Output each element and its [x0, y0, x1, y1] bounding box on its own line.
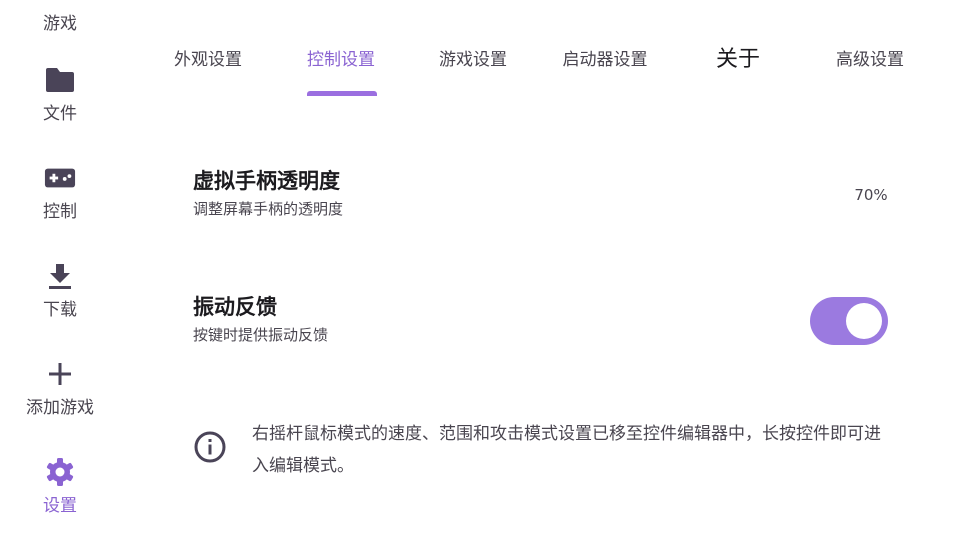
settings-gear-icon: [44, 456, 76, 488]
tab-label: 外观设置: [174, 50, 242, 70]
setting-title: 振动反馈: [193, 295, 277, 319]
tab-label: 游戏设置: [439, 50, 507, 70]
tab-label: 关于: [715, 47, 760, 72]
sidebar: 游戏 文件 控制 下载 添加游戏 设置: [0, 0, 120, 540]
sidebar-item-label: 设置: [43, 496, 77, 516]
setting-subtitle: 按键时提供振动反馈: [193, 326, 329, 344]
sidebar-item-label: 控制: [43, 202, 77, 222]
tab-advanced[interactable]: 高级设置: [820, 40, 920, 98]
tab-appearance[interactable]: 外观设置: [158, 40, 258, 98]
tab-game[interactable]: 游戏设置: [423, 40, 523, 98]
opacity-value: 70%: [854, 186, 888, 204]
settings-tabs: 外观设置 控制设置 游戏设置 启动器设置 关于 高级设置: [150, 40, 940, 98]
tab-label: 控制设置: [307, 50, 375, 70]
sidebar-item-label: 游戏: [43, 14, 77, 34]
sidebar-item-label: 下载: [43, 300, 77, 320]
tab-controls[interactable]: 控制设置: [291, 40, 391, 98]
plus-icon: [44, 358, 76, 390]
sidebar-item-controls[interactable]: 控制: [0, 162, 120, 224]
folder-icon: [44, 64, 76, 96]
tab-label: 高级设置: [836, 50, 904, 70]
tab-label: 启动器设置: [562, 50, 648, 70]
active-tab-indicator: [307, 91, 377, 96]
vibration-toggle[interactable]: [810, 297, 888, 345]
setting-gamepad-opacity[interactable]: 虚拟手柄透明度 调整屏幕手柄的透明度: [193, 166, 893, 221]
sidebar-item-label: 文件: [43, 104, 77, 124]
sidebar-item-games[interactable]: 游戏: [0, 6, 120, 36]
info-note: 右摇杆鼠标模式的速度、范围和攻击模式设置已移至控件编辑器中，长按控件即可进入编辑…: [252, 424, 881, 476]
info-icon: [193, 430, 227, 464]
app-root: 游戏 文件 控制 下载 添加游戏 设置 外观设置 控制设置 游戏设置 启动器设置…: [0, 0, 960, 540]
sidebar-item-settings[interactable]: 设置: [0, 456, 120, 518]
setting-subtitle: 调整屏幕手柄的透明度: [193, 200, 344, 218]
sidebar-item-add-game[interactable]: 添加游戏: [0, 358, 120, 420]
download-icon: [44, 260, 76, 292]
sidebar-item-files[interactable]: 文件: [0, 64, 120, 126]
sidebar-item-label: 添加游戏: [26, 398, 94, 418]
tab-launcher[interactable]: 启动器设置: [545, 40, 665, 98]
setting-title: 虚拟手柄透明度: [193, 169, 340, 193]
toggle-knob: [846, 303, 882, 339]
sidebar-item-downloads[interactable]: 下载: [0, 260, 120, 322]
setting-vibration: 振动反馈 按键时提供振动反馈: [193, 292, 893, 347]
tab-about[interactable]: 关于: [688, 40, 788, 98]
controller-icon: [44, 162, 76, 194]
